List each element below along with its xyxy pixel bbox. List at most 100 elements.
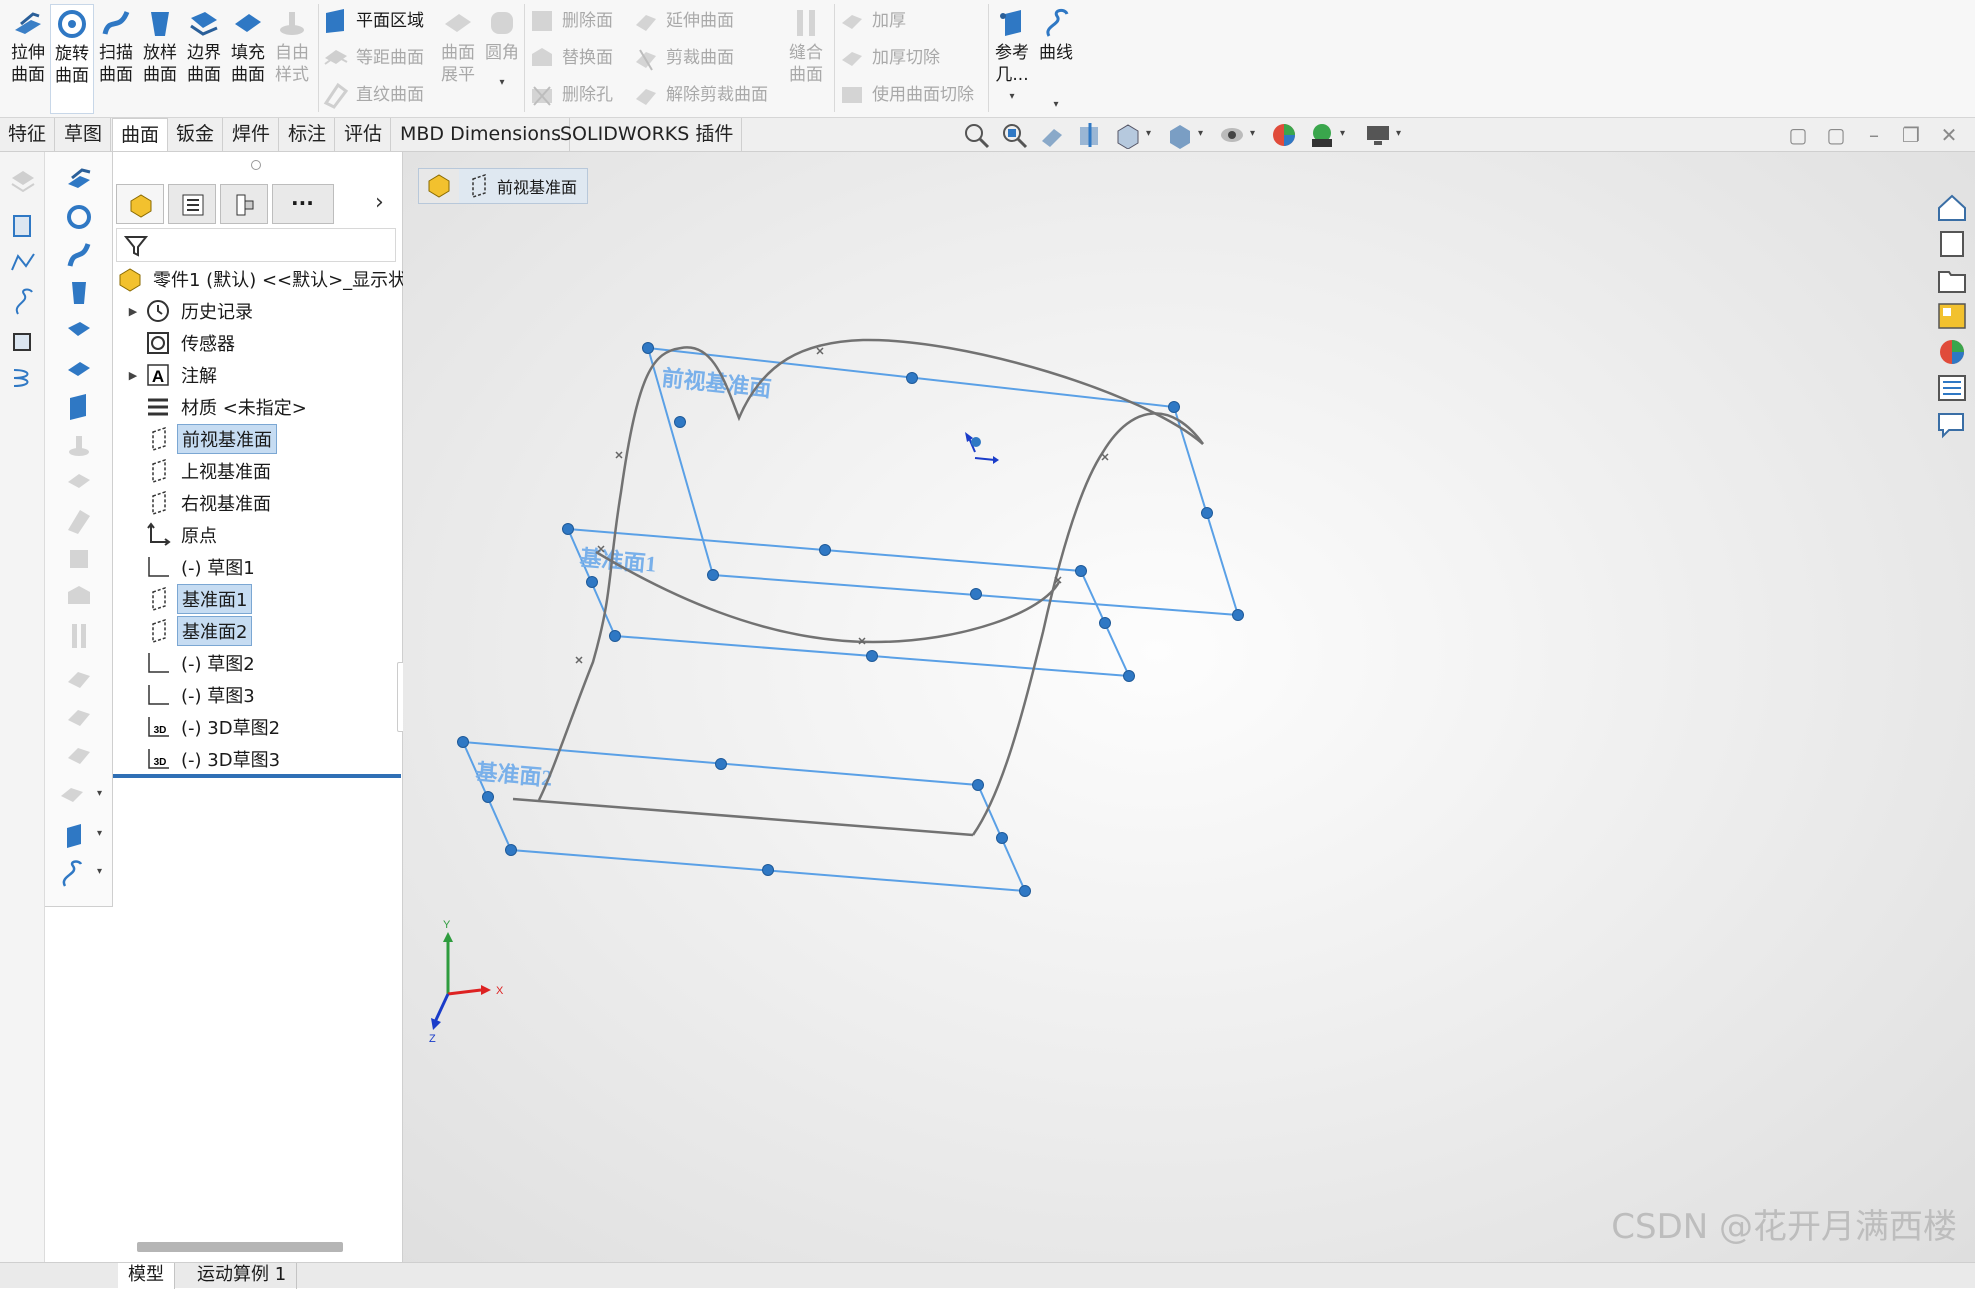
tab-surfaces[interactable]: 曲面 — [112, 118, 169, 151]
thicken-button[interactable]: 加厚 — [838, 4, 906, 38]
boundary-surface-button[interactable]: 边界 曲面 — [182, 4, 226, 114]
expand-arrow-icon[interactable]: ▶ — [125, 305, 141, 318]
tab-evaluate[interactable]: 评估 — [336, 118, 392, 151]
offset-surface-strip-icon[interactable] — [64, 468, 94, 498]
fillet-button[interactable]: 圆角 ▾ — [480, 4, 524, 114]
fill-surface-strip-icon[interactable] — [64, 354, 94, 384]
loft-surface-button[interactable]: 放样 曲面 — [138, 4, 182, 114]
tab-sketch[interactable]: 草图 — [56, 118, 112, 151]
offset-surface-button[interactable]: 等距曲面 — [322, 41, 424, 75]
delete-face-button[interactable]: 删除面 — [528, 4, 613, 38]
view-palette-icon[interactable] — [1935, 300, 1969, 332]
configuration-manager-tab[interactable] — [220, 184, 268, 224]
ruled-surface-button[interactable]: 直纹曲面 — [322, 78, 424, 112]
tab-features[interactable]: 特征 — [0, 118, 56, 151]
close-icon[interactable]: ✕ — [1938, 124, 1960, 146]
panel-expand-chevron-icon[interactable]: › — [375, 190, 384, 215]
extrude-surface-button[interactable]: 拉伸 曲面 — [6, 4, 50, 114]
tree-item-3dsketch2[interactable]: 3D (-) 3D草图2 — [113, 712, 284, 742]
curves-dropdown-icon[interactable]: ▾ — [1034, 94, 1078, 116]
home-icon[interactable] — [1935, 192, 1969, 224]
tree-item-right-plane[interactable]: 右视基准面 — [113, 488, 275, 518]
revolve-surface-button[interactable]: 旋转 曲面 — [50, 4, 94, 114]
surface-shortcut-icon[interactable] — [8, 166, 38, 196]
extend-surface-button[interactable]: 延伸曲面 — [632, 4, 734, 38]
section-view-icon[interactable] — [1076, 121, 1104, 149]
reference-geometry-strip-dropdown-icon[interactable]: ▾ — [97, 828, 102, 839]
flatten-surface-button[interactable]: 曲面 展平 — [436, 4, 480, 114]
property-manager-tab[interactable] — [168, 184, 216, 224]
sweep-surface-strip-icon[interactable] — [64, 240, 94, 270]
trim-surface-button[interactable]: 剪裁曲面 — [632, 41, 734, 75]
expand-arrow-icon[interactable]: ▶ — [125, 369, 141, 382]
sketch-curves[interactable] — [512, 338, 1205, 837]
edit-appearance-icon[interactable] — [1270, 121, 1298, 149]
curves-button[interactable]: 曲线 ▾ — [1034, 4, 1078, 114]
cut-with-surface-button[interactable]: 使用曲面切除 — [838, 78, 974, 112]
filter-bar[interactable] — [116, 228, 396, 262]
forum-icon[interactable] — [1935, 408, 1969, 440]
replace-face-strip-icon[interactable] — [64, 582, 94, 612]
thicken-cut-button[interactable]: 加厚切除 — [838, 41, 940, 75]
graphics-area[interactable]: 前视基准面 前视基准面 基准面1 基准面2 Y X Z CSDN @花开月满西楼 — [403, 152, 1975, 1262]
apply-scene-dropdown-icon[interactable]: ▾ — [1340, 128, 1345, 139]
sweep-surface-button[interactable]: 扫描 曲面 — [94, 4, 138, 114]
rollback-bar[interactable] — [113, 774, 401, 778]
boundary-surface-strip-icon[interactable] — [64, 316, 94, 346]
delete-face-strip-icon[interactable] — [64, 544, 94, 574]
tab-motion-study-1[interactable]: 运动算例 1 — [187, 1263, 298, 1289]
view-orientation-icon[interactable] — [1114, 121, 1142, 149]
tile-left-icon[interactable]: ▢ — [1787, 124, 1809, 146]
reference-geometry-dropdown-icon[interactable]: ▾ — [990, 86, 1034, 108]
replace-face-button[interactable]: 替换面 — [528, 41, 613, 75]
reference-geometry-button[interactable]: 参考 几... ▾ — [990, 4, 1034, 114]
curves-strip-dropdown-icon[interactable]: ▾ — [97, 866, 102, 877]
more-tabs-button[interactable]: ··· — [272, 184, 334, 224]
tree-item-3dsketch3[interactable]: 3D (-) 3D草图3 — [113, 744, 284, 774]
minimize-icon[interactable]: – — [1863, 124, 1885, 146]
tree-root-part[interactable]: 零件1 (默认) <<默认>_显示状态 — [113, 264, 428, 294]
knit-surface-button[interactable]: 缝合 曲面 — [784, 4, 828, 114]
tree-item-sketch1[interactable]: (-) 草图1 — [113, 552, 259, 582]
horizontal-scrollbar[interactable] — [137, 1242, 343, 1252]
tab-markup[interactable]: 标注 — [280, 118, 336, 151]
planar-surface-strip-icon[interactable] — [64, 392, 94, 422]
tree-item-plane1[interactable]: 基准面1 — [113, 584, 253, 614]
apply-scene-icon[interactable] — [1308, 121, 1336, 149]
view-settings-dropdown-icon[interactable]: ▾ — [1396, 128, 1401, 139]
tree-item-front-plane[interactable]: 前视基准面 — [113, 424, 277, 454]
curves-strip-icon[interactable] — [57, 858, 87, 888]
tree-item-history[interactable]: ▶ 历史记录 — [113, 296, 257, 326]
tab-sheet-metal[interactable]: 钣金 — [168, 118, 224, 151]
panel-collapse-dot-icon[interactable] — [251, 160, 261, 170]
plane-1[interactable]: 基准面1 — [566, 527, 1131, 678]
curve-shortcut-icon[interactable] — [8, 286, 38, 316]
front-plane[interactable]: 前视基准面 — [646, 346, 1240, 617]
revolve-surface-strip-icon[interactable] — [64, 202, 94, 232]
thicken-strip-icon[interactable] — [57, 780, 87, 810]
appearances-icon[interactable] — [1935, 336, 1969, 368]
display-style-dropdown-icon[interactable]: ▾ — [1198, 128, 1203, 139]
instant3d-shortcut-icon[interactable] — [8, 324, 38, 354]
tree-item-sketch3[interactable]: (-) 草图3 — [113, 680, 259, 710]
tree-item-plane2[interactable]: 基准面2 — [113, 616, 253, 646]
trim-surface-strip-icon[interactable] — [64, 702, 94, 732]
tree-item-top-plane[interactable]: 上视基准面 — [113, 456, 275, 486]
thicken-strip-dropdown-icon[interactable]: ▾ — [97, 788, 102, 799]
ruled-surface-strip-icon[interactable] — [64, 506, 94, 536]
tree-item-origin[interactable]: 原点 — [113, 520, 221, 550]
knit-surface-strip-icon[interactable] — [64, 620, 94, 650]
hide-show-items-icon[interactable] — [1218, 121, 1246, 149]
extrude-surface-strip-icon[interactable] — [64, 164, 94, 194]
extrude-shortcut-icon[interactable] — [8, 210, 38, 240]
fillet-dropdown-icon[interactable]: ▾ — [480, 72, 524, 94]
untrim-surface-button[interactable]: 解除剪裁曲面 — [632, 78, 768, 112]
zoom-to-fit-icon[interactable] — [962, 121, 990, 149]
previous-view-icon[interactable] — [1038, 121, 1066, 149]
tree-item-sketch2[interactable]: (-) 草图2 — [113, 648, 259, 678]
tab-solidworks-addins[interactable]: SOLIDWORKS 插件 — [552, 118, 743, 151]
restore-icon[interactable]: ❐ — [1900, 124, 1922, 146]
loft-surface-strip-icon[interactable] — [64, 278, 94, 308]
reference-geometry-strip-icon[interactable] — [57, 820, 87, 850]
design-library-icon[interactable] — [1935, 228, 1969, 260]
